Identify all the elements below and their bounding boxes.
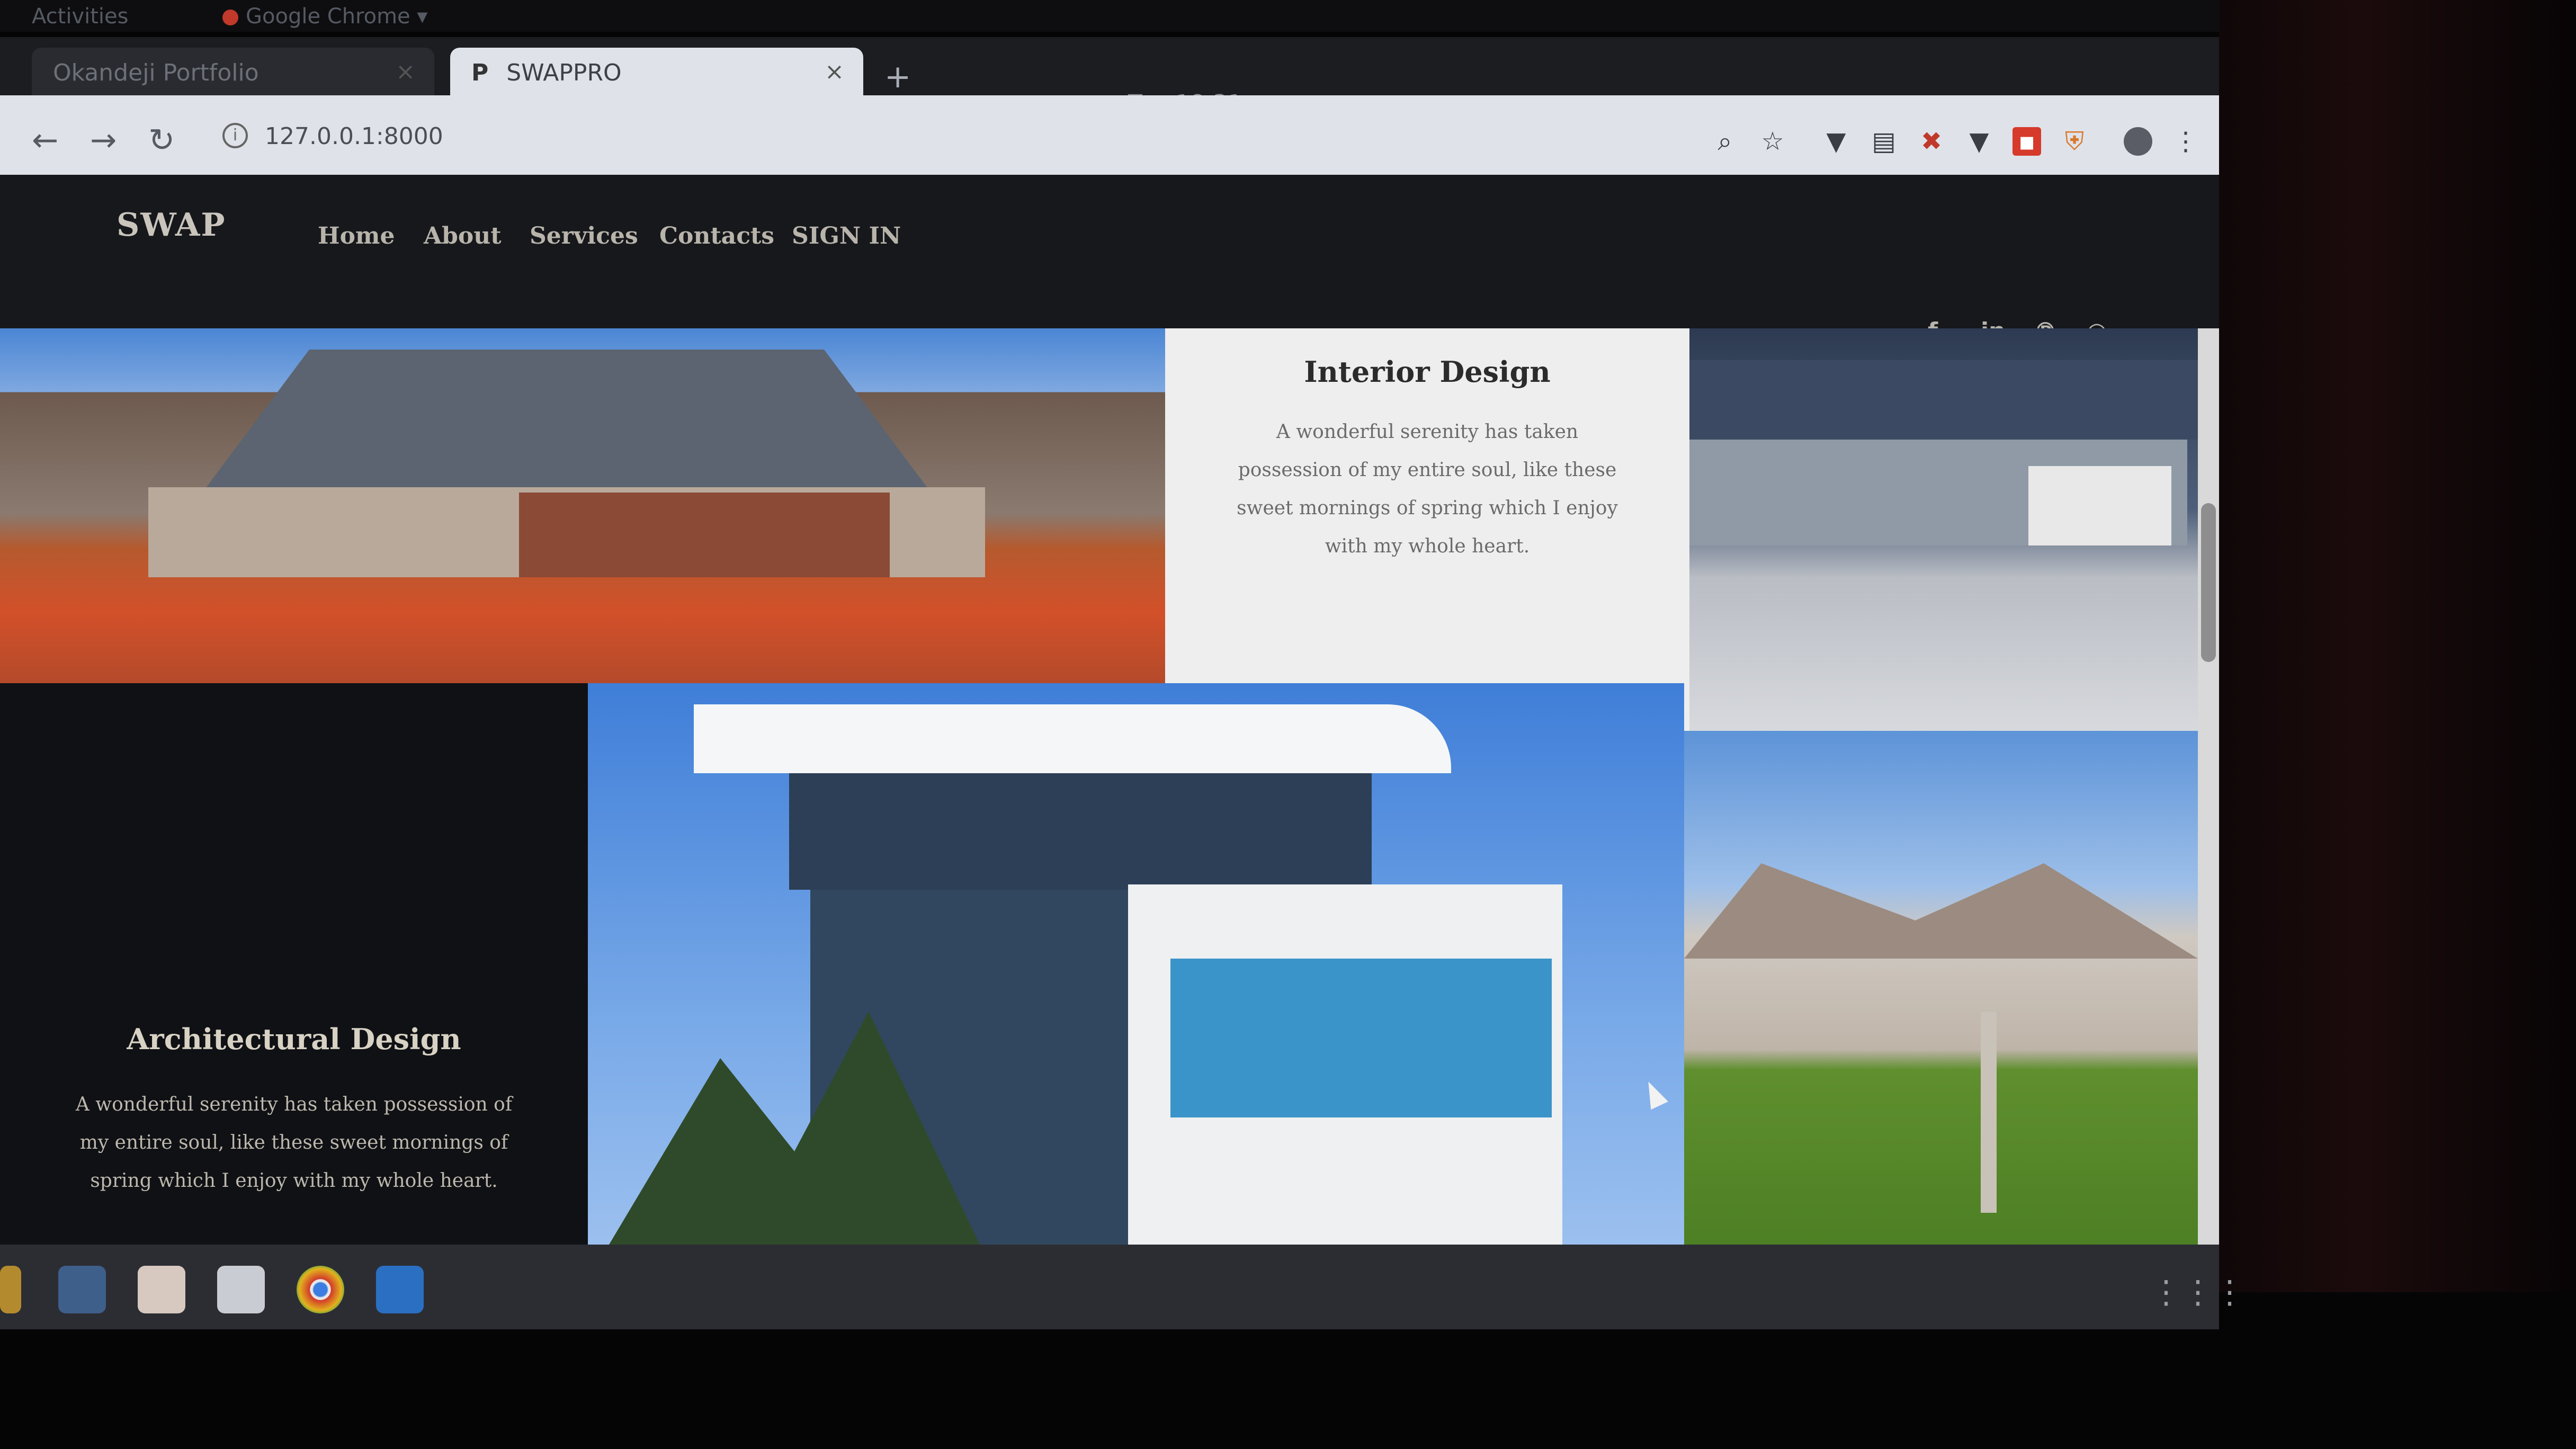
garage-door	[2028, 466, 2171, 545]
tab-strip: Okandeji Portfolio × P SWAPPRO × + Tue 1…	[0, 37, 2219, 117]
porch	[519, 493, 890, 577]
desktop-top-bar: Activities Google Chrome ▾	[0, 0, 2576, 32]
taskbar: ⋮⋮⋮	[0, 1245, 2246, 1329]
screenshot-app-icon[interactable]	[217, 1266, 265, 1313]
monitor-bezel	[2219, 0, 2576, 1449]
star-icon[interactable]: ☆	[1758, 127, 1787, 156]
menu-dots-icon[interactable]: ⋮	[2171, 127, 2200, 156]
extension-v-icon[interactable]: ▼	[1822, 127, 1850, 156]
architectural-design-title: Architectural Design	[127, 1022, 461, 1056]
tab-swappro[interactable]: P SWAPPRO ×	[450, 48, 863, 95]
website: SWAP Home About Services Contacts SIGN I…	[0, 175, 2219, 1245]
modern-building-image	[588, 683, 1684, 1245]
app-menu[interactable]: Google Chrome ▾	[222, 4, 427, 29]
roof-shape	[1689, 360, 2198, 440]
house-image-2	[1689, 328, 2198, 731]
extension-doc-icon[interactable]: ▤	[1870, 127, 1898, 156]
interior-design-text: A wonderful serenity has taken possessio…	[1237, 421, 1618, 557]
vscode-app-icon[interactable]	[376, 1266, 424, 1313]
browser-toolbar: ← → ↻ i 127.0.0.1:8000 ⌕ ☆ ▼ ▤ ✖ ▼ ▪ ⛨ ⋮	[0, 95, 2219, 175]
interior-design-title: Interior Design	[1304, 355, 1551, 389]
app-icon[interactable]	[0, 1266, 21, 1313]
settings-app-icon[interactable]	[58, 1266, 106, 1313]
close-icon[interactable]: ×	[396, 58, 415, 85]
site-logo[interactable]: SWAP	[117, 207, 226, 244]
house-image-1	[0, 328, 1165, 683]
tab-label: SWAPPRO	[506, 59, 622, 86]
architectural-design-card[interactable]: Architectural Design A wonderful serenit…	[0, 683, 588, 1245]
favicon-icon: P	[471, 59, 489, 86]
extension-red-square-icon[interactable]: ▪	[2012, 127, 2041, 156]
nav-about[interactable]: About	[424, 222, 502, 249]
close-icon[interactable]: ×	[825, 58, 844, 85]
chrome-app-icon[interactable]	[297, 1266, 344, 1313]
tab-portfolio[interactable]: Okandeji Portfolio ×	[32, 48, 434, 95]
roof-shape	[1684, 863, 2198, 959]
nav-home[interactable]: Home	[318, 222, 395, 249]
forward-icon[interactable]: →	[90, 122, 117, 159]
reload-icon[interactable]: ↻	[148, 122, 175, 159]
site-header: SWAP Home About Services Contacts SIGN I…	[0, 175, 2219, 345]
chrome-icon	[222, 10, 238, 25]
site-info-icon[interactable]: i	[222, 123, 248, 148]
show-apps-icon[interactable]: ⋮⋮⋮	[2150, 1274, 2246, 1311]
back-icon[interactable]: ←	[32, 122, 58, 159]
upper-glass	[789, 773, 1372, 890]
zoom-icon[interactable]: ⌕	[1711, 127, 1739, 156]
new-tab-button[interactable]: +	[884, 58, 911, 95]
activities-button[interactable]: Activities	[32, 4, 128, 29]
scrollbar-thumb[interactable]	[2201, 503, 2216, 662]
roof-slab	[694, 704, 1451, 773]
browser-window: Okandeji Portfolio × P SWAPPRO × + Tue 1…	[0, 37, 2246, 1329]
tab-label: Okandeji Portfolio	[53, 59, 259, 86]
roof-shape	[206, 350, 927, 487]
nav-sign-in[interactable]: SIGN IN	[792, 222, 901, 249]
extension-v2-icon[interactable]: ▼	[1965, 127, 1993, 156]
architectural-design-text: A wonderful serenity has taken possessio…	[75, 1094, 513, 1192]
files-app-icon[interactable]	[138, 1266, 185, 1313]
app-menu-label: Google Chrome ▾	[246, 4, 428, 29]
extension-red-icon[interactable]: ✖	[1917, 127, 1946, 156]
nav-contacts[interactable]: Contacts	[659, 222, 774, 249]
house-image-3	[1684, 731, 2198, 1245]
extension-shield-icon[interactable]: ⛨	[2060, 127, 2089, 156]
nav-services[interactable]: Services	[530, 222, 638, 249]
interior-design-card[interactable]: Interior Design A wonderful serenity has…	[1165, 328, 1689, 731]
blue-glass	[1170, 959, 1552, 1117]
url-text[interactable]: 127.0.0.1:8000	[265, 123, 443, 150]
sign-post	[1981, 1012, 1997, 1213]
page-scrollbar[interactable]	[2198, 328, 2219, 1245]
profile-icon[interactable]	[2124, 127, 2152, 156]
